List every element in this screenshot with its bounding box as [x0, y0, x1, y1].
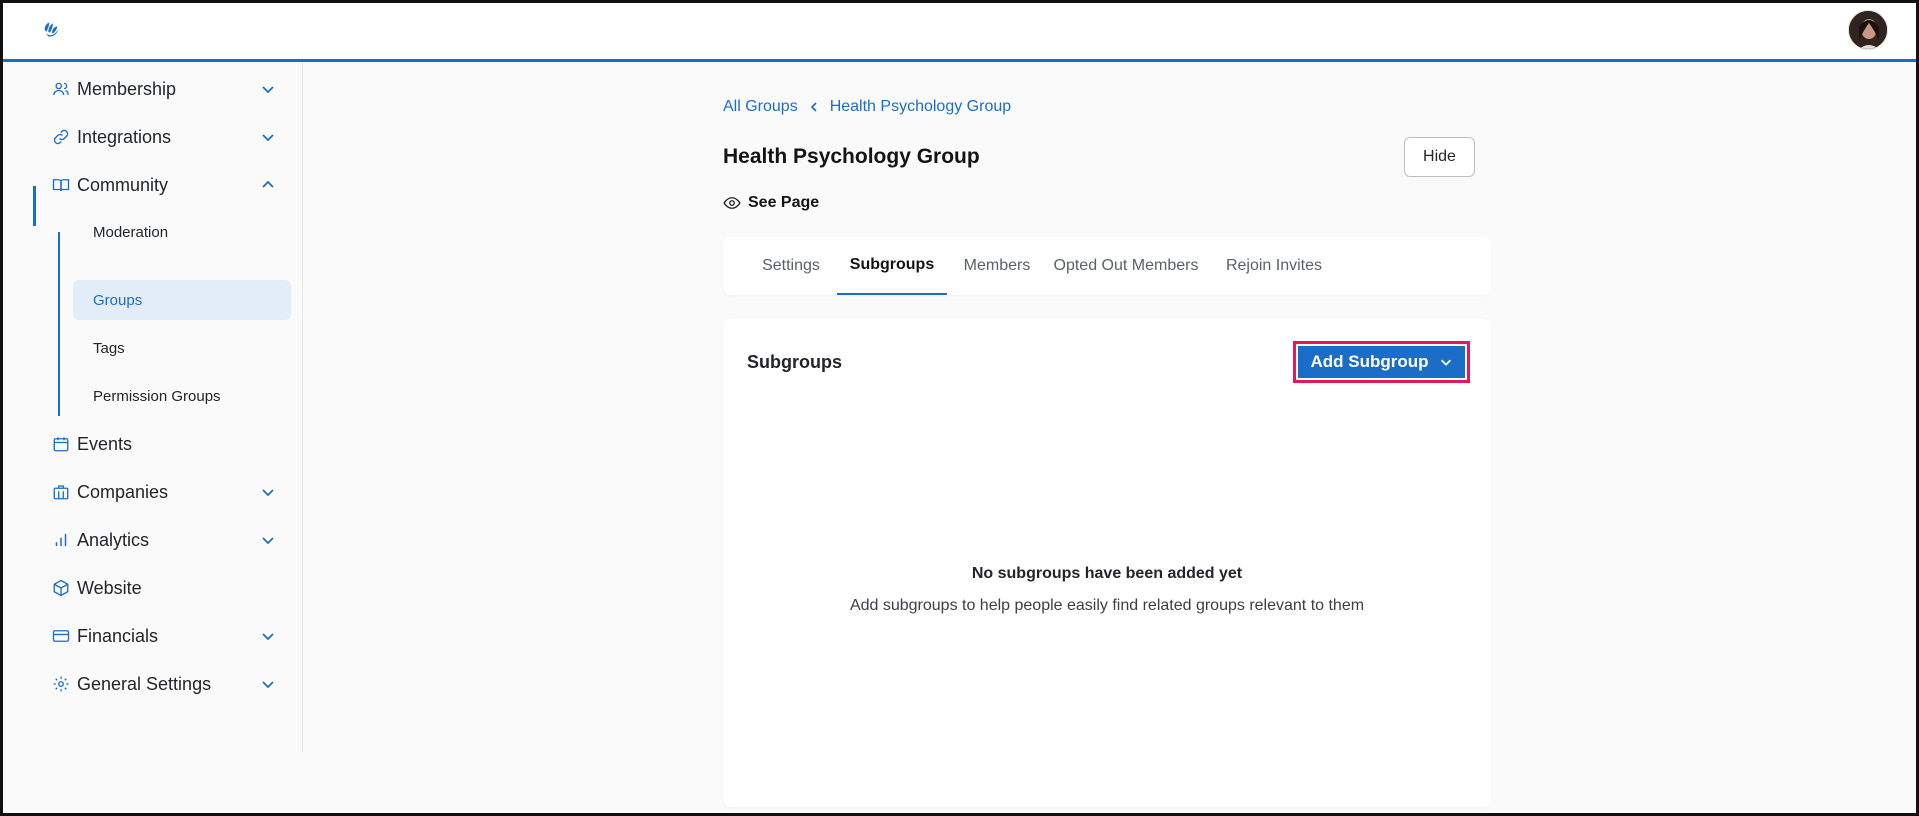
sidebar-item-label: Analytics: [77, 529, 150, 550]
sidebar-item-label: Community: [77, 174, 169, 195]
tab-bar: Settings Subgroups Members Opted Out Mem…: [723, 237, 1491, 295]
users-icon: [51, 79, 71, 99]
sidebar-subitem-moderation[interactable]: Moderation: [73, 212, 291, 252]
tab-subgroups[interactable]: Subgroups: [837, 237, 947, 295]
book-icon: [51, 175, 71, 195]
subgroups-heading: Subgroups: [747, 352, 842, 372]
calendar-icon: [51, 434, 71, 454]
building-icon: [51, 482, 71, 502]
sidebar-item-label: General Settings: [77, 673, 212, 694]
logo-icon[interactable]: [41, 19, 63, 41]
empty-state-description: Add subgroups to help people easily find…: [849, 597, 1365, 614]
chevron-up-icon: [262, 180, 274, 188]
hide-button[interactable]: Hide: [1404, 137, 1475, 177]
chevron-left-icon: [810, 102, 817, 112]
tab-opted-out-members[interactable]: Opted Out Members: [1045, 237, 1207, 295]
chevron-down-icon: [1440, 359, 1451, 366]
tab-rejoin-invites[interactable]: Rejoin Invites: [1211, 237, 1337, 295]
sidebar-item-community[interactable]: Community: [33, 165, 288, 205]
sidebar-item-general-settings[interactable]: General Settings: [33, 664, 288, 704]
eye-icon: [723, 197, 741, 209]
sidebar-item-integrations[interactable]: Integrations: [33, 117, 288, 157]
sidebar: Membership Integrations Community Modera…: [3, 62, 303, 752]
top-bar: [3, 3, 1916, 62]
chevron-down-icon: [262, 681, 274, 689]
bar-chart-icon: [51, 530, 71, 550]
add-subgroup-button[interactable]: Add Subgroup: [1293, 341, 1470, 383]
page-title: Health Psychology Group: [723, 145, 980, 168]
app-window: Membership Integrations Community Modera…: [0, 0, 1919, 816]
sidebar-subitem-permission-groups[interactable]: Permission Groups: [73, 376, 291, 416]
user-avatar[interactable]: [1848, 10, 1888, 50]
tab-members[interactable]: Members: [951, 237, 1043, 295]
sidebar-item-label: Events: [77, 433, 133, 454]
see-page-link[interactable]: See Page: [723, 194, 819, 212]
breadcrumb-current[interactable]: Health Psychology Group: [830, 98, 1011, 116]
add-subgroup-inner: Add Subgroup: [1298, 346, 1465, 378]
sidebar-subitem-tags[interactable]: Tags: [73, 328, 291, 368]
sidebar-subitem-groups[interactable]: Groups: [73, 280, 291, 320]
sidebar-item-financials[interactable]: Financials: [33, 616, 288, 656]
sidebar-item-label: Financials: [77, 625, 159, 646]
sidebar-item-website[interactable]: Website: [33, 568, 288, 608]
sidebar-item-label: Integrations: [77, 126, 172, 147]
see-page-label: See Page: [748, 194, 820, 211]
chevron-down-icon: [262, 86, 274, 94]
breadcrumb-all-groups[interactable]: All Groups: [723, 98, 798, 116]
sidebar-item-label: Website: [77, 577, 142, 598]
cube-icon: [51, 578, 71, 598]
breadcrumb: All Groups Health Psychology Group: [723, 98, 1011, 116]
tab-settings[interactable]: Settings: [747, 237, 835, 295]
add-subgroup-label: Add Subgroup: [1310, 352, 1429, 371]
gear-icon: [51, 674, 71, 694]
subgroups-panel: Subgroups Add Subgroup No subgroups have…: [723, 319, 1491, 807]
submenu-line: [58, 232, 60, 416]
sidebar-item-companies[interactable]: Companies: [33, 472, 288, 512]
chevron-down-icon: [262, 633, 274, 641]
chevron-down-icon: [262, 537, 274, 545]
chevron-down-icon: [262, 489, 274, 497]
sidebar-item-label: Membership: [77, 78, 177, 99]
empty-state-title: No subgroups have been added yet: [971, 565, 1243, 582]
sidebar-item-analytics[interactable]: Analytics: [33, 520, 288, 560]
sidebar-item-membership[interactable]: Membership: [33, 69, 288, 109]
credit-card-icon: [51, 626, 71, 646]
sidebar-item-events[interactable]: Events: [33, 424, 288, 464]
sidebar-item-label: Companies: [77, 481, 169, 502]
chevron-down-icon: [262, 134, 274, 142]
link-icon: [51, 127, 71, 147]
